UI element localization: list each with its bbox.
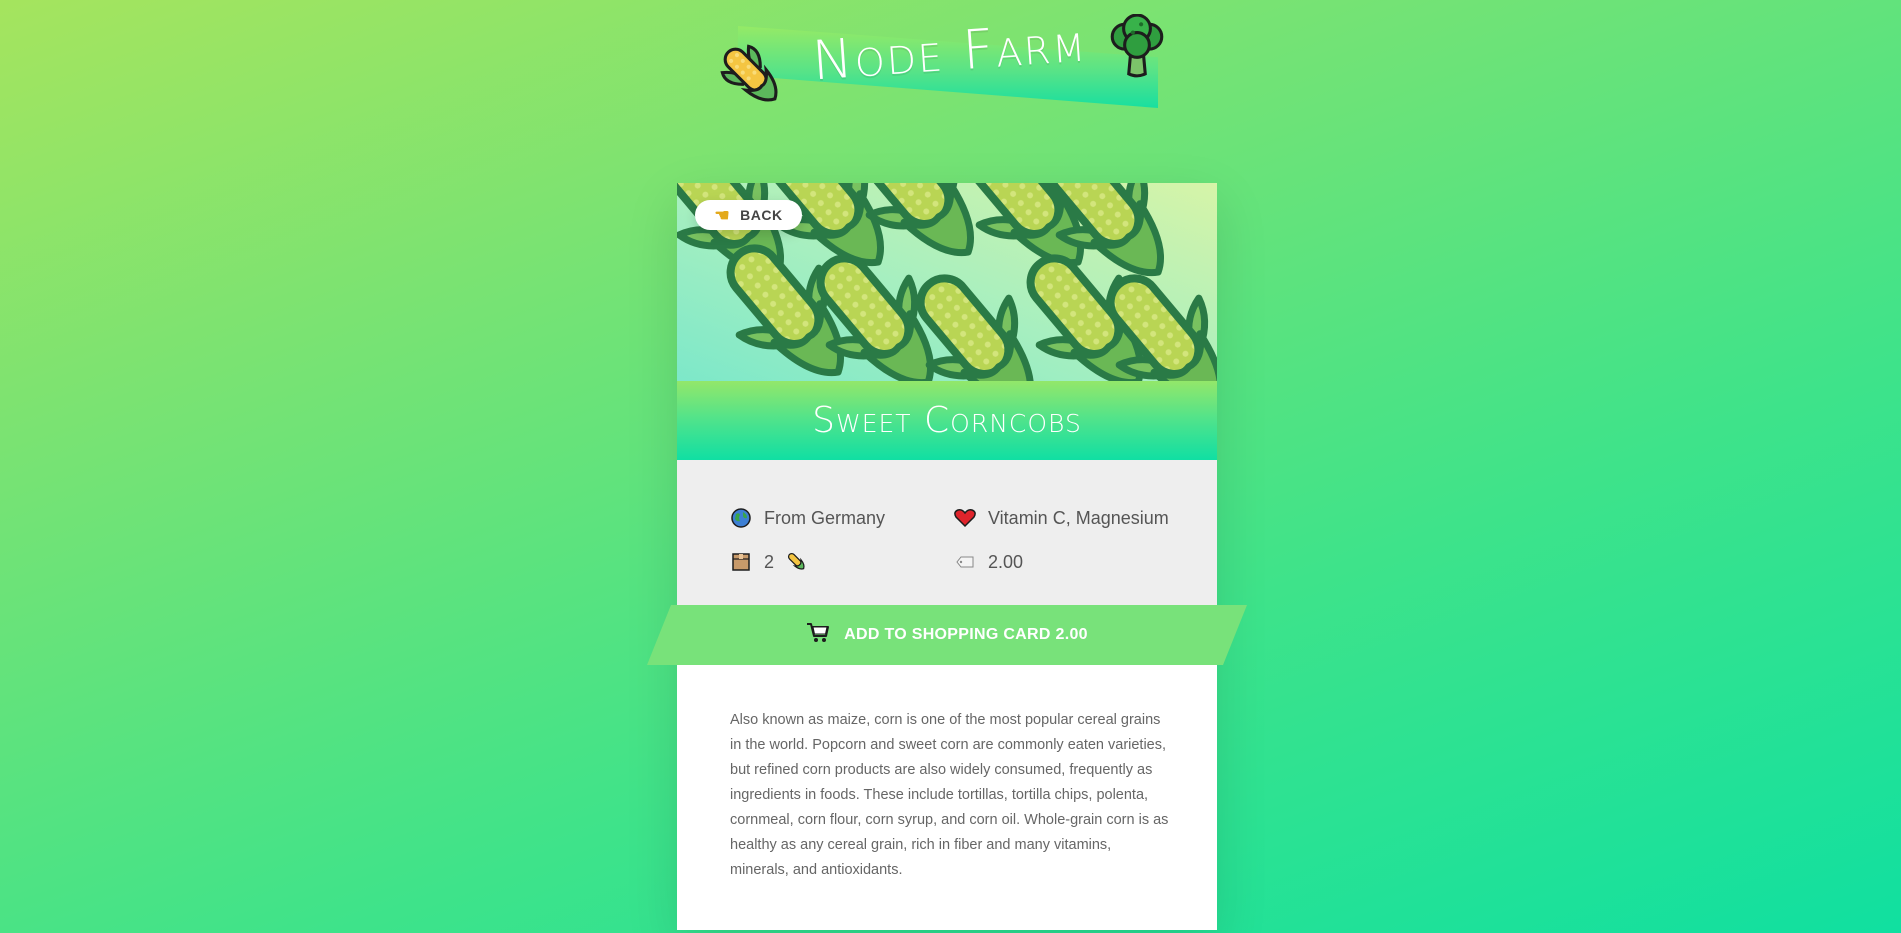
product-description: Also known as maize, corn is one of the … (730, 712, 1169, 878)
product-title-band: Sweet Corncobs (677, 381, 1217, 460)
product-card: ☚ BACK Sweet Corncobs From Germany Vitam… (677, 183, 1217, 930)
heart-icon (954, 507, 976, 529)
add-to-cart-button[interactable]: ADD TO SHOPPING CARD 2.00 (647, 605, 1247, 665)
product-nutrients: Vitamin C, Magnesium (954, 507, 1169, 529)
site-logo[interactable]: Node Farm (720, 10, 1190, 124)
product-origin: From Germany (730, 507, 885, 529)
pointing-hand-icon: ☚ (714, 205, 731, 225)
product-quantity-text: 2 (764, 551, 775, 572)
globe-icon (730, 507, 752, 529)
back-button[interactable]: ☚ BACK (695, 200, 802, 230)
broccoli-icon (1110, 14, 1164, 78)
price-tag-icon (954, 551, 976, 573)
product-origin-text: From Germany (764, 507, 886, 528)
product-nutrients-text: Vitamin C, Magnesium (988, 507, 1169, 528)
corn-icon (720, 44, 778, 102)
product-price-text: 2.00 (988, 551, 1024, 572)
product-name: Sweet Corncobs (812, 400, 1082, 441)
product-details: From Germany Vitamin C, Magnesium 2 2.00 (677, 460, 1217, 610)
product-quantity: 2 (730, 551, 808, 573)
add-to-cart-label: ADD TO SHOPPING CARD 2.00 (844, 626, 1088, 643)
box-icon (730, 551, 752, 573)
back-button-label: BACK (740, 207, 783, 223)
shopping-cart-icon (806, 622, 830, 649)
product-price: 2.00 (954, 551, 1023, 573)
corn-icon (786, 551, 808, 573)
product-hero-image: ☚ BACK (677, 183, 1217, 381)
